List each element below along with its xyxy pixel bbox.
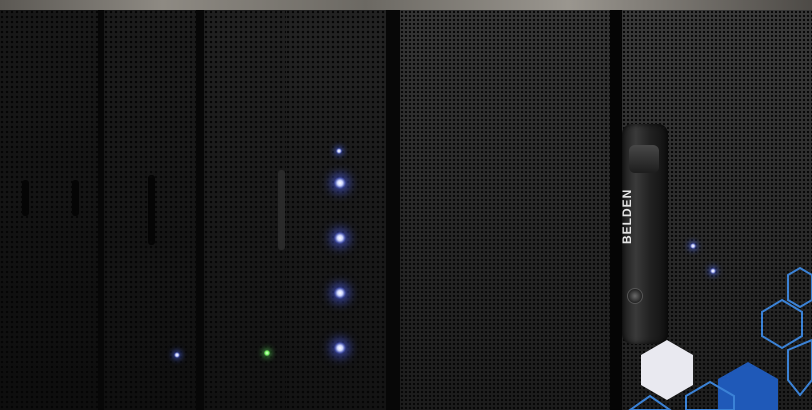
rack-door-3	[204, 10, 286, 410]
rack-handle-slot	[22, 180, 29, 216]
brand-logo-text: BELDEN	[620, 188, 634, 244]
status-led	[334, 287, 346, 299]
rack-door-1	[0, 10, 98, 410]
status-led-green	[264, 350, 270, 356]
status-led	[690, 243, 696, 249]
rack-handle-slot	[278, 170, 285, 250]
status-led	[334, 232, 346, 244]
server-rack-photo: BELDEN	[0, 0, 812, 410]
handle-grip	[629, 145, 659, 173]
status-led	[334, 342, 346, 354]
rack-frame-3	[386, 10, 400, 410]
status-led	[336, 148, 342, 154]
status-led	[174, 352, 180, 358]
status-led	[334, 177, 346, 189]
rack-door-5	[400, 10, 610, 410]
ceiling-strip	[0, 0, 812, 10]
status-led	[710, 268, 716, 274]
rack-handle-slot	[72, 180, 79, 216]
rack-frame-2	[196, 10, 204, 410]
keylock-icon	[627, 288, 643, 304]
rack-handle-slot	[148, 175, 155, 245]
